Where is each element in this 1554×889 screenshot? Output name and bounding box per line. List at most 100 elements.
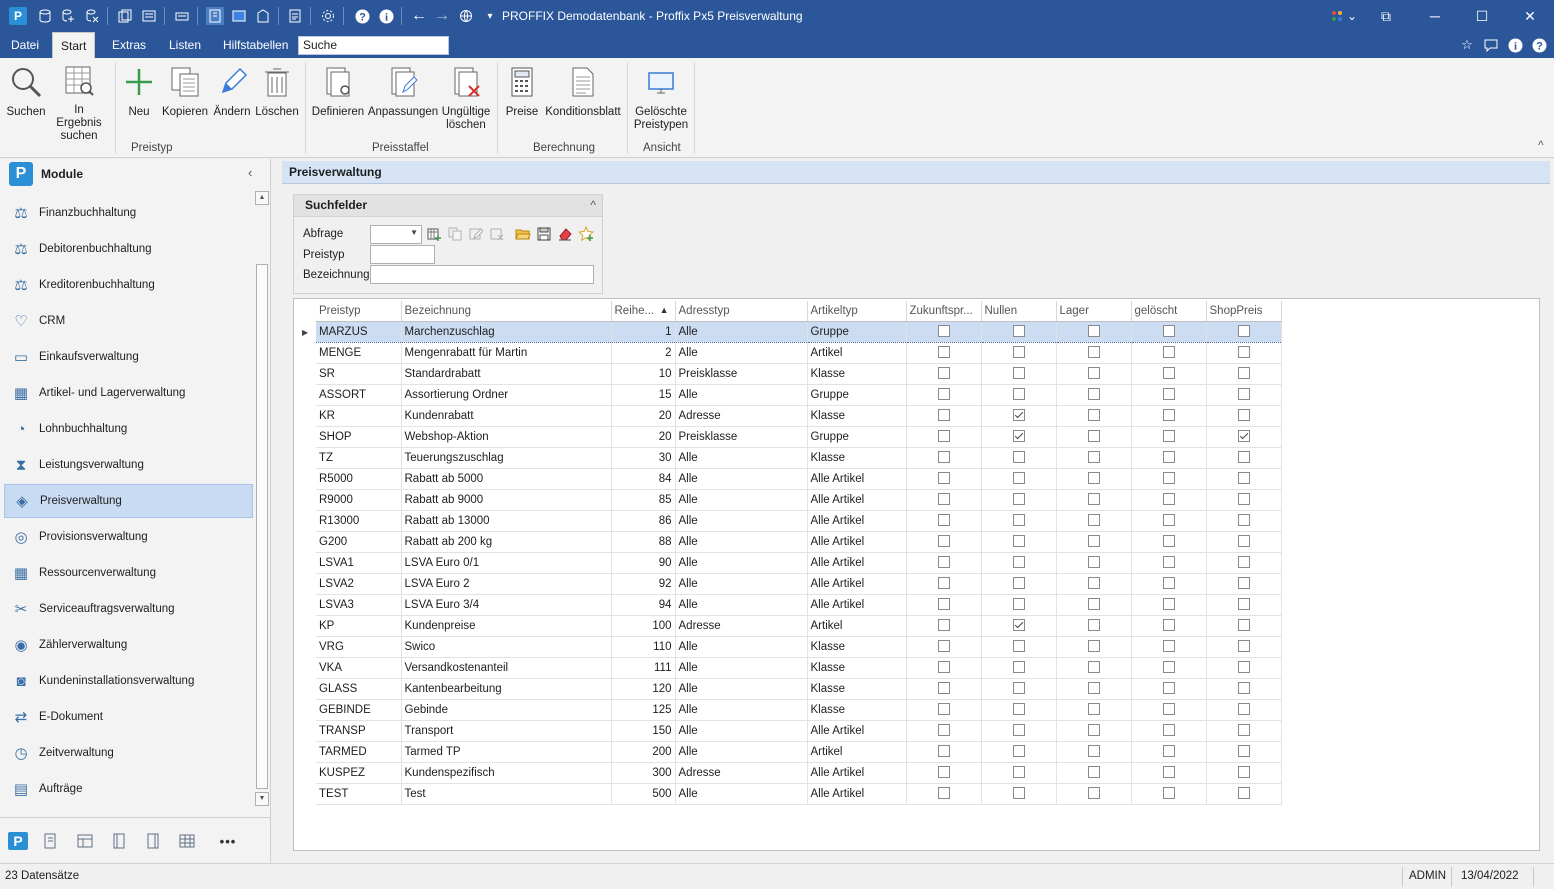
checkbox[interactable] <box>1012 388 1025 401</box>
cell-artikeltyp[interactable]: Alle Artikel <box>807 468 907 490</box>
report-icon[interactable] <box>286 7 304 25</box>
table-row[interactable]: TEST Test 500 Alle Alle Artikel <box>316 783 1282 805</box>
cell-preistyp[interactable]: KP <box>316 615 402 637</box>
cell-reihe[interactable]: 84 <box>611 468 676 490</box>
abfrage-select[interactable]: ▼ <box>370 225 422 244</box>
cell-preistyp[interactable]: LSVA2 <box>316 573 402 595</box>
checkbox[interactable] <box>1012 745 1025 758</box>
checkbox[interactable] <box>1087 619 1100 632</box>
cell-adresstyp[interactable]: Alle <box>675 320 808 343</box>
checkbox[interactable] <box>1087 640 1100 653</box>
sidebar-collapse-icon[interactable]: ‹ <box>248 165 252 180</box>
checkbox[interactable] <box>1237 367 1250 380</box>
scroll-thumb[interactable] <box>256 264 268 789</box>
help-icon[interactable]: ? <box>353 7 371 25</box>
checkbox[interactable] <box>1237 472 1250 485</box>
database-settings-icon[interactable] <box>140 7 158 25</box>
ungueltige-loeschen-button[interactable]: Ungültige löschen <box>441 64 491 134</box>
sidebar-item[interactable]: ⚖ Debitorenbuchhaltung <box>4 232 253 266</box>
table-row[interactable]: R9000 Rabatt ab 9000 85 Alle Alle Artikel <box>316 489 1282 511</box>
checkbox[interactable] <box>1237 556 1250 569</box>
checkbox[interactable] <box>1162 787 1175 800</box>
checkbox[interactable] <box>1162 619 1175 632</box>
checkbox[interactable] <box>1012 535 1025 548</box>
cell-adresstyp[interactable]: Alle <box>675 741 808 763</box>
proffix-module-icon[interactable]: P <box>8 832 28 850</box>
cell-artikeltyp[interactable]: Klasse <box>807 405 907 427</box>
table-row[interactable]: VKA Versandkostenanteil 111 Alle Klasse <box>316 657 1282 679</box>
checkbox[interactable] <box>1162 598 1175 611</box>
cell-bezeichnung[interactable]: Kundenpreise <box>401 615 612 637</box>
cell-preistyp[interactable]: SHOP <box>316 426 402 448</box>
cell-adresstyp[interactable]: Adresse <box>675 615 808 637</box>
col-header-geloescht[interactable]: gelöscht <box>1131 301 1207 322</box>
cell-artikeltyp[interactable]: Alle Artikel <box>807 594 907 616</box>
document-flow-icon[interactable] <box>41 832 61 850</box>
cell-preistyp[interactable]: VKA <box>316 657 402 679</box>
cell-adresstyp[interactable]: Alle <box>675 489 808 511</box>
checkbox[interactable] <box>1237 703 1250 716</box>
checkbox[interactable] <box>1012 724 1025 737</box>
database-add-icon[interactable] <box>59 7 77 25</box>
col-header-reihenfolge[interactable]: Reihe... ▲ <box>611 301 676 322</box>
checkbox[interactable] <box>937 556 950 569</box>
tab-listen[interactable]: Listen <box>161 32 209 58</box>
sidebar-item[interactable]: ♡ CRM <box>4 304 253 338</box>
table-row[interactable]: ASSORT Assortierung Ordner 15 Alle Gruppe <box>316 384 1282 406</box>
cell-adresstyp[interactable]: Adresse <box>675 405 808 427</box>
col-header-adresstyp[interactable]: Adresstyp <box>675 301 808 322</box>
bezeichnung-input[interactable] <box>370 265 594 284</box>
module-icon[interactable] <box>206 7 224 25</box>
checkbox[interactable] <box>937 388 950 401</box>
tab-datei[interactable]: Datei <box>3 32 47 58</box>
save-icon[interactable] <box>535 225 553 243</box>
checkbox[interactable] <box>937 724 950 737</box>
cell-artikeltyp[interactable]: Klasse <box>807 363 907 385</box>
keyboard-icon[interactable] <box>173 7 191 25</box>
cell-bezeichnung[interactable]: Kantenbearbeitung <box>401 678 612 700</box>
cell-artikeltyp[interactable]: Alle Artikel <box>807 720 907 742</box>
cell-reihe[interactable]: 92 <box>611 573 676 595</box>
checkbox[interactable] <box>1237 661 1250 674</box>
checkbox[interactable] <box>1087 745 1100 758</box>
sidebar-item[interactable]: ◔ Lohnbuchhaltung <box>4 412 253 446</box>
checkbox[interactable] <box>1012 703 1025 716</box>
sidebar-item[interactable]: ◷ Zeitverwaltung <box>4 736 253 770</box>
eraser-icon[interactable] <box>556 225 574 243</box>
loeschen-button[interactable]: Löschen <box>255 64 299 134</box>
cell-reihe[interactable]: 20 <box>611 426 676 448</box>
table-row[interactable]: TRANSP Transport 150 Alle Alle Artikel <box>316 720 1282 742</box>
checkbox[interactable] <box>1237 493 1250 506</box>
window-icon[interactable] <box>230 7 248 25</box>
sidebar-item[interactable]: ◈ Preisverwaltung <box>4 484 253 518</box>
info-icon[interactable]: i <box>377 7 395 25</box>
sidebar-item[interactable]: ◎ Provisionsverwaltung <box>4 520 253 554</box>
table-row[interactable]: KUSPEZ Kundenspezifisch 300 Adresse Alle Art… <box>316 762 1282 784</box>
cell-bezeichnung[interactable]: Rabatt ab 200 kg <box>401 531 612 553</box>
cell-reihe[interactable]: 86 <box>611 510 676 532</box>
cell-artikeltyp[interactable]: Klasse <box>807 636 907 658</box>
cell-reihe[interactable]: 10 <box>611 363 676 385</box>
cell-preistyp[interactable]: GEBINDE <box>316 699 402 721</box>
cell-preistyp[interactable]: G200 <box>316 531 402 553</box>
cell-adresstyp[interactable]: Alle <box>675 720 808 742</box>
more-icon[interactable]: ••• <box>213 832 243 850</box>
definieren-button[interactable]: Definieren <box>311 64 365 134</box>
cell-artikeltyp[interactable]: Artikel <box>807 342 907 364</box>
scroll-up-icon[interactable]: ▲ <box>255 191 269 205</box>
checkbox[interactable] <box>937 493 950 506</box>
cell-bezeichnung[interactable]: Kundenrabatt <box>401 405 612 427</box>
info-icon[interactable]: i <box>1506 36 1524 54</box>
scroll-down-icon[interactable]: ▼ <box>255 792 269 806</box>
checkbox[interactable] <box>1087 409 1100 422</box>
book-alt-icon[interactable] <box>143 832 163 850</box>
checkbox[interactable] <box>1237 514 1250 527</box>
help-icon[interactable]: ? <box>1530 36 1548 54</box>
checkbox[interactable] <box>1237 535 1250 548</box>
cell-bezeichnung[interactable]: LSVA Euro 3/4 <box>401 594 612 616</box>
forward-arrow-icon[interactable]: → <box>433 7 451 25</box>
quick-access-dropdown-icon[interactable]: ▾ <box>485 7 495 25</box>
checkbox[interactable] <box>1162 577 1175 590</box>
sidebar-item[interactable]: ▦ Artikel- und Lagerverwaltung <box>4 376 253 410</box>
checkbox[interactable] <box>1087 388 1100 401</box>
